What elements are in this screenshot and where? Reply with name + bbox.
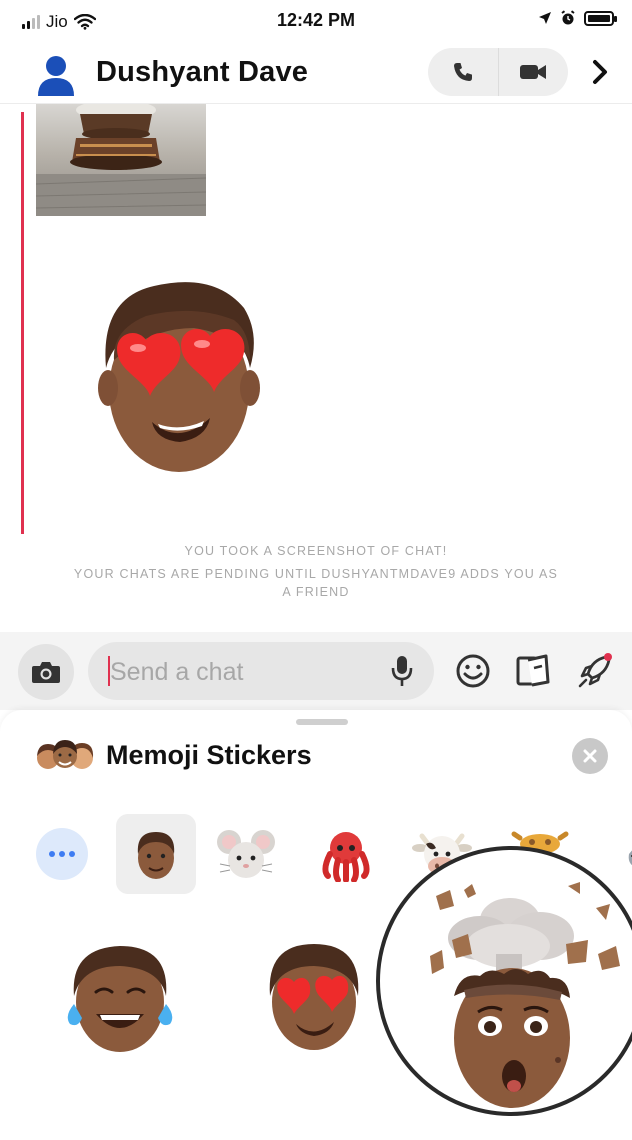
camera-icon: [32, 662, 60, 683]
memoji-face-icon: [137, 832, 175, 879]
chat-area: YOU TOOK A SCREENSHOT OF CHAT! YOUR CHAT…: [0, 104, 632, 632]
mind-blown-memoji-sticker[interactable]: [380, 850, 632, 1116]
smiley-icon[interactable]: [454, 652, 492, 690]
close-icon: [583, 749, 597, 763]
contact-name[interactable]: Dushyant Dave: [96, 56, 308, 89]
pending-notice: YOUR CHATS ARE PENDING UNTIL DUSHYANTMDA…: [73, 567, 559, 581]
sheet-title: Memoji Stickers: [106, 740, 312, 770]
highlight-circle: [376, 846, 632, 1116]
location-icon: [539, 12, 551, 24]
shared-photo[interactable]: [36, 104, 206, 216]
status-bar: Jio 12:42 PM: [0, 0, 632, 44]
rocket-icon[interactable]: [576, 652, 614, 690]
category-octopus[interactable]: [306, 814, 386, 894]
dot: [49, 851, 55, 857]
category-mouse[interactable]: [206, 814, 286, 894]
heart-eyes-memoji-sticker[interactable]: [94, 268, 264, 478]
battery-icon: [584, 10, 617, 26]
alarm-icon: [561, 10, 575, 25]
chevron-right-icon[interactable]: [588, 58, 612, 86]
dot: [59, 851, 65, 857]
message-indicator-bar: [21, 112, 24, 534]
mouse-icon: [217, 830, 275, 878]
screenshot-notice: YOU TOOK A SCREENSHOT OF CHAT!: [184, 544, 448, 558]
video-icon: [520, 65, 547, 79]
call-buttons: [428, 48, 568, 96]
tears-of-joy-memoji-sticker[interactable]: [60, 938, 180, 1054]
avatar-icon[interactable]: [36, 52, 76, 96]
chat-input-bar: Send a chat: [0, 632, 632, 710]
phone-icon: [453, 63, 472, 81]
category-memoji[interactable]: [116, 814, 196, 894]
photo-content: [36, 104, 206, 216]
cards-icon[interactable]: [514, 652, 552, 690]
chat-input-placeholder: Send a chat: [110, 658, 244, 686]
close-button[interactable]: [572, 738, 608, 774]
camera-button[interactable]: [18, 644, 74, 700]
heart-eyes-memoji-small-sticker[interactable]: [262, 936, 366, 1052]
sheet-drag-handle[interactable]: [296, 719, 348, 725]
shark-icon: [628, 850, 632, 866]
chat-header: Dushyant Dave: [0, 44, 632, 104]
more-categories-button[interactable]: [36, 828, 88, 880]
voice-call-button[interactable]: [428, 48, 498, 96]
memoji-group-icon: [37, 740, 94, 769]
octopus-icon: [322, 832, 370, 882]
video-call-button[interactable]: [499, 48, 569, 96]
dot: [69, 851, 75, 857]
status-right: [538, 10, 617, 26]
pending-notice-continued: A FRIEND: [282, 585, 350, 599]
microphone-icon[interactable]: [390, 654, 414, 688]
